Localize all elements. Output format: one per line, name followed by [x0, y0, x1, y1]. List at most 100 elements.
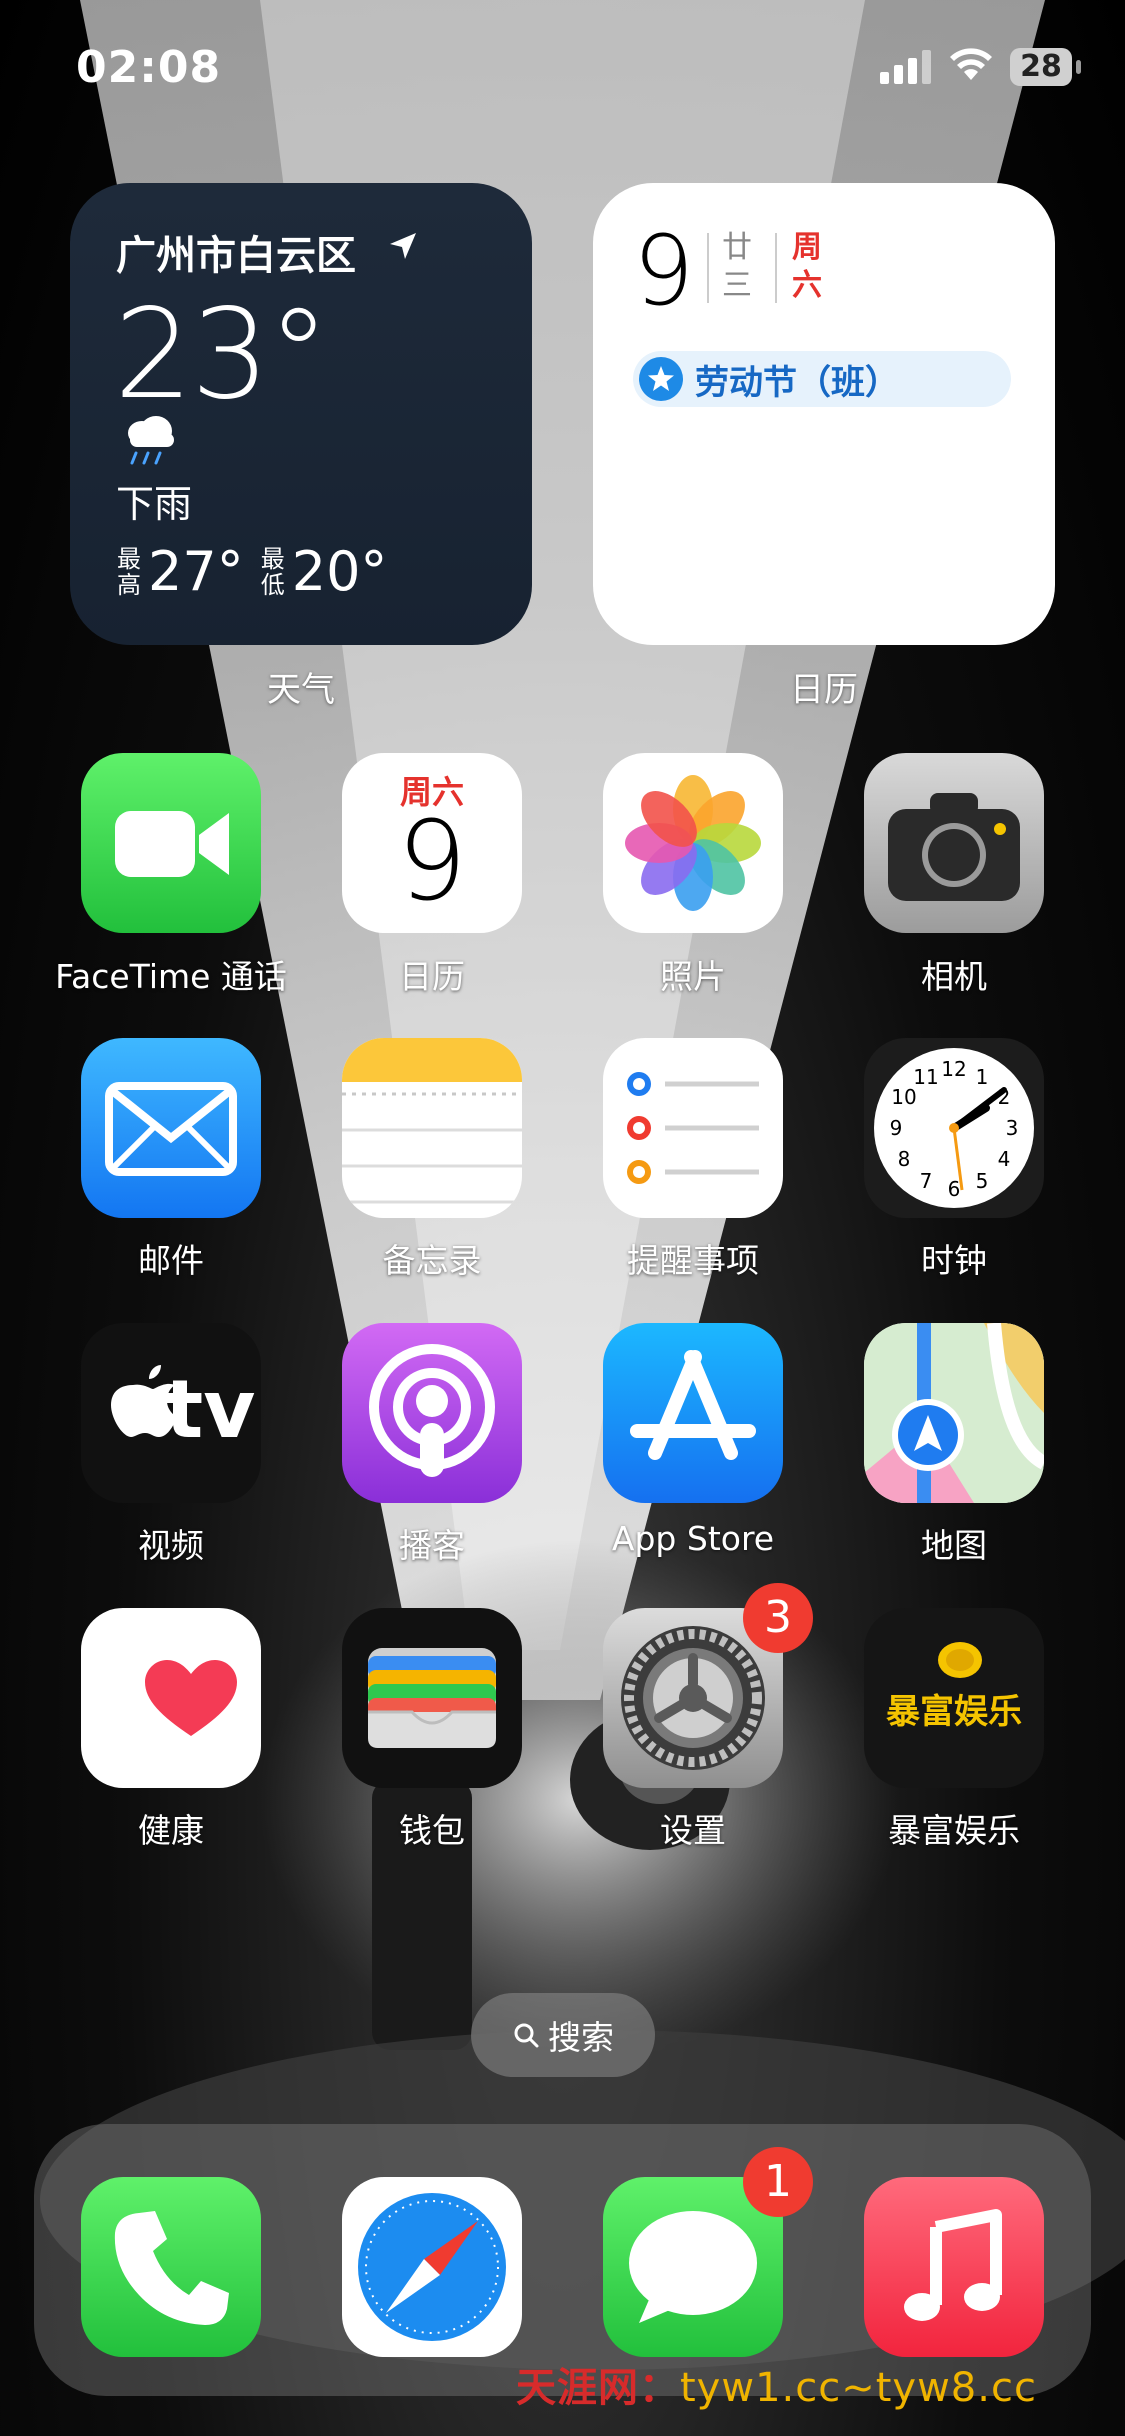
wallet-app-icon[interactable]: [342, 1608, 522, 1788]
health-label: 健康: [138, 1811, 204, 1850]
wallet-icon: [368, 1648, 496, 1748]
lunar-char-1: 廿: [722, 230, 752, 265]
camera-icon: [888, 793, 1020, 901]
battery-tip: [1076, 60, 1081, 74]
cellular-signal-icon: [880, 50, 931, 84]
calendar-weekday: 周 六: [789, 229, 825, 305]
rain-cloud-icon: [128, 416, 174, 465]
video-camera-icon: [115, 811, 229, 877]
svg-text:8: 8: [898, 1147, 911, 1171]
reminders-app-icon[interactable]: [603, 1038, 783, 1218]
weekday-char-1: 周: [792, 230, 822, 265]
high-label: 最高: [117, 544, 141, 599]
status-bar: 02:08 28: [0, 0, 1125, 135]
weekday-char-2: 六: [792, 268, 822, 303]
app-store-app-icon[interactable]: [603, 1323, 783, 1503]
baofu-label: 暴富娱乐: [888, 1811, 1020, 1850]
calendar-lunar-date: 廿 三: [719, 229, 755, 305]
svg-text:6: 6: [948, 1177, 961, 1201]
compass-icon: [358, 2193, 506, 2341]
clock-face-icon: 12 12 345 678 91011: [874, 1048, 1034, 1208]
facetime-label: FaceTime 通话: [55, 957, 287, 996]
clock-app-icon[interactable]: 12 1 2 345 678 9 10 11: [864, 1038, 1044, 1218]
calendar-app-icon[interactable]: 周六 9: [342, 753, 522, 933]
watermark-urls: tyw1.cc~tyw8.cc: [680, 2365, 1037, 2411]
reminders-label: 提醒事项: [627, 1241, 759, 1280]
mail-app-icon[interactable]: [81, 1038, 261, 1218]
star-icon: [639, 357, 683, 401]
tv-app-icon[interactable]: tv: [81, 1323, 261, 1503]
maps-app-icon[interactable]: [864, 1323, 1044, 1503]
calendar-label: 日历: [399, 957, 465, 996]
svg-text:7: 7: [920, 1169, 933, 1193]
wallet-label: 钱包: [399, 1811, 465, 1850]
app-store-icon: [630, 1350, 756, 1460]
calendar-app-day: 9: [397, 797, 467, 925]
camera-label: 相机: [921, 957, 987, 996]
podcasts-app-icon[interactable]: [342, 1323, 522, 1503]
weather-temperature: 23°: [114, 283, 330, 427]
baofu-icon-text: 暴富娱乐: [886, 1692, 1022, 1732]
photos-app-icon[interactable]: [603, 753, 783, 933]
calendar-divider: [707, 233, 709, 303]
settings-label: 设置: [660, 1811, 726, 1850]
low-label: 最低: [260, 544, 285, 599]
messages-notification-badge: 1: [743, 2147, 813, 2217]
notes-label: 备忘录: [382, 1241, 482, 1280]
calendar-widget-label: 日历: [790, 670, 858, 710]
mail-label: 邮件: [138, 1241, 204, 1280]
weather-condition: 下雨: [116, 482, 193, 526]
status-time: 02:08: [76, 42, 222, 93]
svg-text:9: 9: [890, 1116, 903, 1140]
wifi-icon: [950, 48, 992, 80]
tv-label: 视频: [138, 1526, 204, 1565]
phone-app-icon[interactable]: [81, 2177, 261, 2357]
battery-icon: 28: [1010, 48, 1072, 86]
svg-text:5: 5: [976, 1169, 989, 1193]
weather-high-low: 最高 27° 最低 20°: [116, 540, 403, 603]
svg-text:4: 4: [998, 1147, 1011, 1171]
weather-widget-label: 天气: [267, 670, 335, 710]
facetime-app-icon[interactable]: [81, 753, 261, 933]
app-store-label: App Store: [611, 1519, 775, 1558]
calendar-event[interactable]: 劳动节（班）: [633, 351, 1011, 407]
calendar-widget-day: 9: [633, 215, 695, 327]
lunar-char-2: 三: [722, 268, 752, 303]
notes-app-icon[interactable]: [342, 1038, 522, 1218]
svg-text:1: 1: [976, 1065, 989, 1089]
calendar-widget[interactable]: 9 廿 三 周 六 劳动节（班）: [593, 183, 1055, 645]
music-app-icon[interactable]: [864, 2177, 1044, 2357]
photos-label: 照片: [660, 957, 726, 996]
watermark: 天涯网：tyw1.cc~tyw8.cc: [516, 2355, 1037, 2413]
location-arrow-icon: [390, 233, 416, 259]
svg-text:3: 3: [1006, 1116, 1019, 1140]
calendar-divider: [775, 233, 777, 303]
baofu-app-icon[interactable]: 暴富娱乐: [864, 1608, 1044, 1788]
high-temp: 27°: [148, 540, 244, 603]
weather-widget[interactable]: 广州市白云区 23° 下雨 最高 27° 最低 20°: [70, 183, 532, 645]
heart-icon: [145, 1660, 237, 1736]
phone-handset-icon: [114, 2211, 229, 2325]
safari-app-icon[interactable]: [342, 2177, 522, 2357]
envelope-icon: [105, 1082, 237, 1176]
event-title: 劳动节（班）: [695, 362, 899, 403]
music-note-icon: [904, 2209, 1002, 2321]
map-icon: [864, 1323, 1044, 1503]
watermark-site: 天涯网：: [516, 2365, 680, 2411]
weather-city: 广州市白云区: [116, 233, 356, 279]
search-icon: [514, 2023, 539, 2048]
search-button[interactable]: 搜索: [471, 1993, 655, 2077]
settings-notification-badge: 3: [743, 1583, 813, 1653]
low-temp: 20°: [291, 540, 388, 603]
search-label: 搜索: [548, 2018, 614, 2057]
camera-app-icon[interactable]: [864, 753, 1044, 933]
health-app-icon[interactable]: [81, 1608, 261, 1788]
svg-text:12: 12: [941, 1057, 966, 1081]
clock-label: 时钟: [921, 1241, 987, 1280]
tv-icon-text: tv: [165, 1363, 256, 1456]
podcasts-label: 播客: [399, 1526, 465, 1565]
svg-text:11: 11: [913, 1065, 938, 1089]
podcasts-icon: [369, 1344, 495, 1477]
photos-flower-icon: [625, 775, 761, 911]
maps-label: 地图: [921, 1526, 987, 1565]
